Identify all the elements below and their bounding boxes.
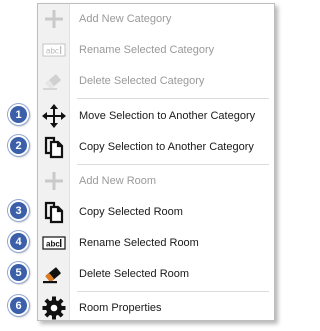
menu-item-copy-selection[interactable]: Copy Selection to Another Category [38,133,274,161]
menu-item-rename-selected-category[interactable]: abc Rename Selected Category [38,36,274,64]
rename-icon: abc [41,232,67,254]
menu-item-label: Delete Selected Room [79,268,190,280]
menu-separator [77,164,269,165]
menu-item-room-properties[interactable]: Room Properties [38,294,274,322]
copy-icon [41,201,67,224]
menu-separator [77,98,269,99]
menu-item-label: Move Selection to Another Category [79,110,256,122]
menu-item-label: Rename Selected Category [79,44,215,56]
menu-separator [77,291,269,292]
plus-icon [41,8,67,30]
eraser-icon [41,70,67,92]
menu-item-label: Room Properties [79,302,162,314]
menu-item-label: Add New Room [79,175,157,187]
plus-icon [41,170,67,192]
callout-badge-5: 5 [8,262,29,283]
callout-badge-3: 3 [8,200,29,221]
menu-item-delete-selected-room[interactable]: Delete Selected Room [38,260,274,288]
menu-item-label: Copy Selected Room [79,206,183,218]
menu-item-delete-selected-category[interactable]: Delete Selected Category [38,67,274,95]
svg-text:abc: abc [46,47,59,56]
move-arrows-icon [41,104,67,128]
context-menu: Add New Category abc Rename Selected Cat… [37,3,275,321]
menu-item-label: Copy Selection to Another Category [79,141,254,153]
menu-item-add-new-category[interactable]: Add New Category [38,5,274,33]
menu-item-copy-selected-room[interactable]: Copy Selected Room [38,198,274,226]
menu-item-rename-selected-room[interactable]: abc Rename Selected Room [38,229,274,257]
menu-item-move-selection[interactable]: Move Selection to Another Category [38,102,274,130]
gear-icon [41,296,67,320]
copy-icon [41,136,67,159]
menu-item-add-new-room[interactable]: Add New Room [38,167,274,195]
eraser-icon [41,263,67,285]
callout-badge-1: 1 [8,104,29,125]
menu-item-label: Rename Selected Room [79,237,199,249]
svg-text:abc: abc [46,240,60,249]
callout-badge-6: 6 [8,295,29,316]
callout-badge-4: 4 [8,231,29,252]
menu-item-label: Delete Selected Category [79,75,205,87]
callout-badge-2: 2 [8,135,29,156]
rename-icon: abc [41,39,67,61]
menu-item-label: Add New Category [79,13,172,25]
